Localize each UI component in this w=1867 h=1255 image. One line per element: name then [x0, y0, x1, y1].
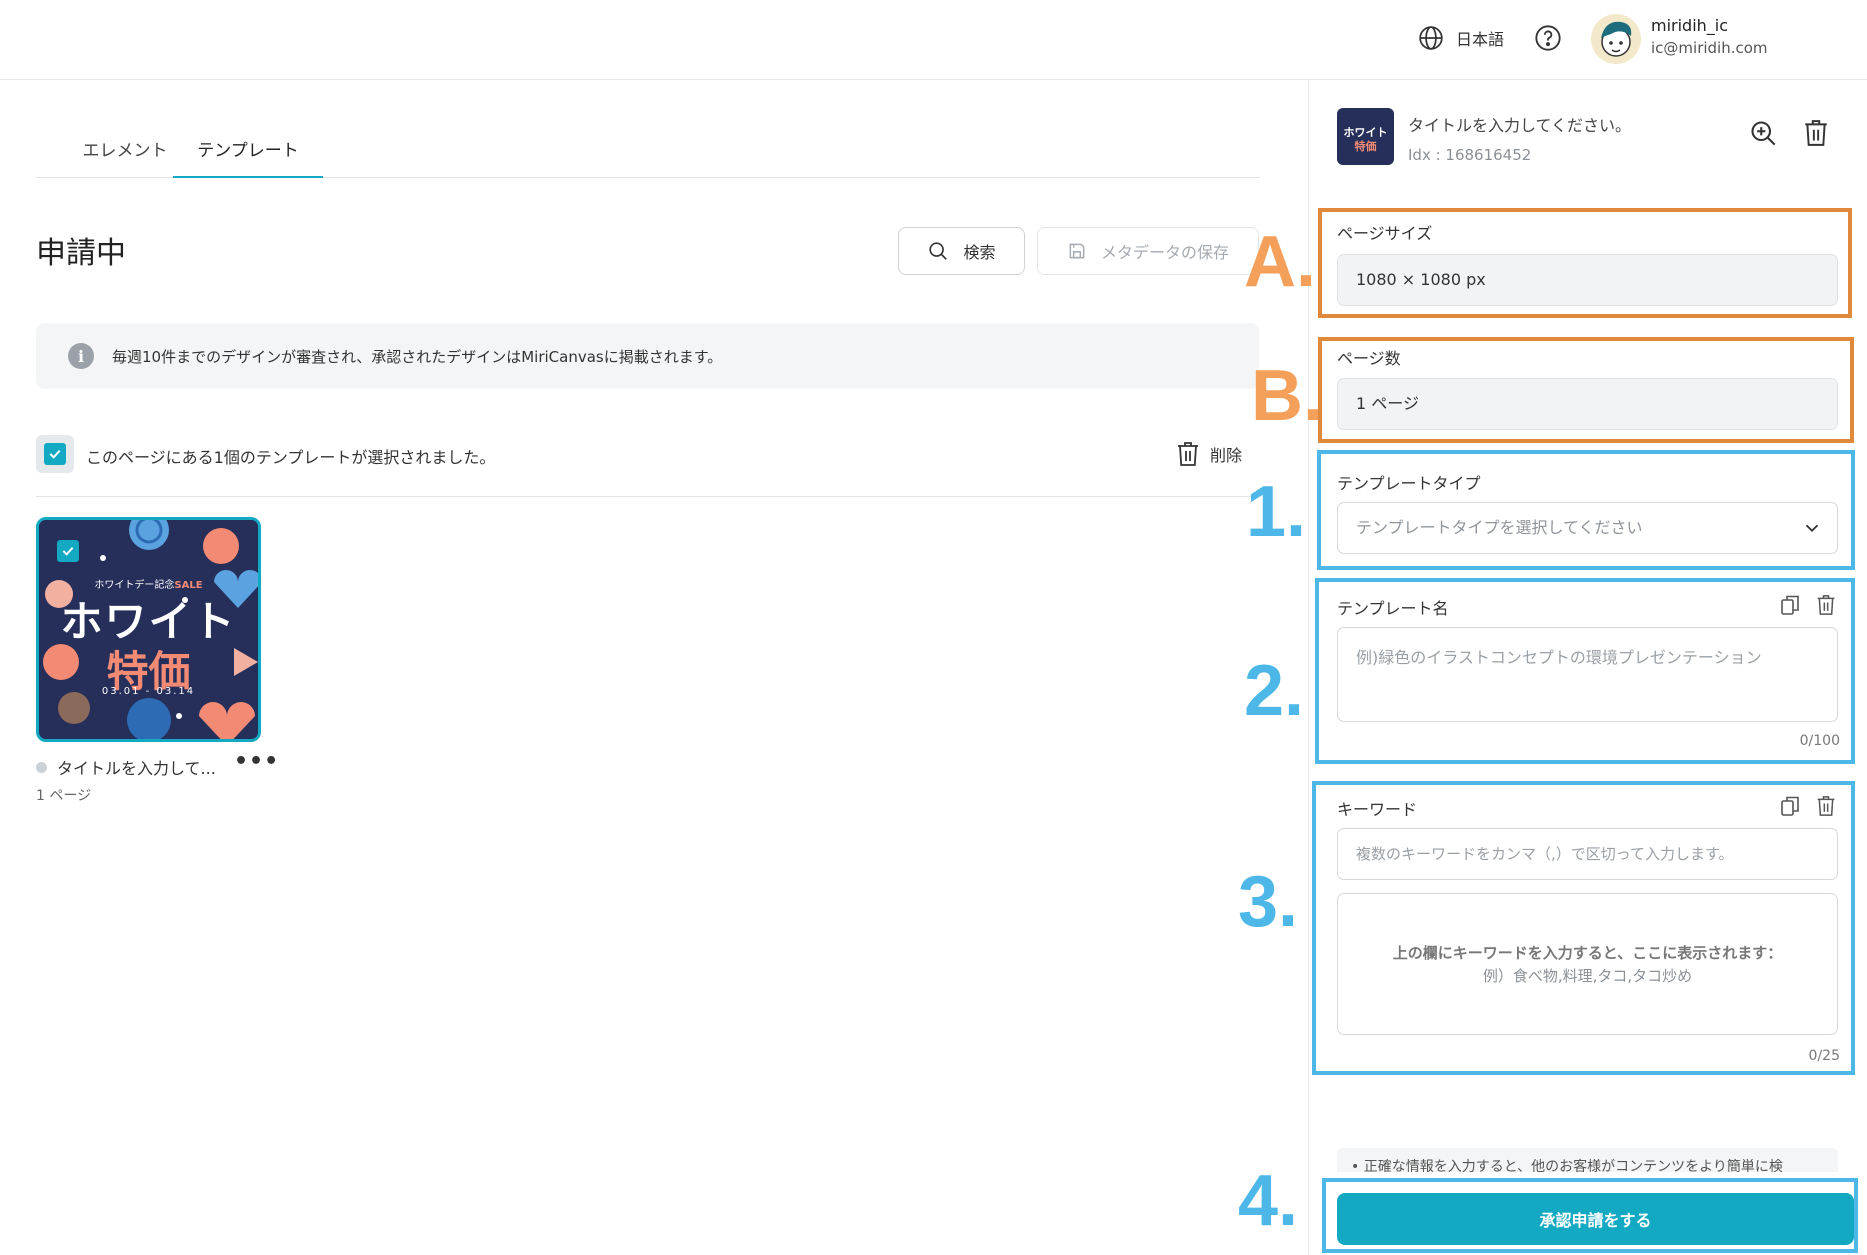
user-name: miridih_ic: [1651, 16, 1729, 35]
selection-text: このページにある1個のテンプレートが選択されました。: [86, 448, 496, 467]
avatar[interactable]: [1591, 14, 1641, 64]
delete-label: 削除: [1210, 446, 1243, 465]
keyword-hint-1: 上の欄にキーワードを入力すると、ここに表示されます：: [1392, 944, 1783, 962]
info-text: 毎週10件までのデザインが審査され、承認されたデザインはMiriCanvasに掲…: [112, 347, 723, 366]
globe-icon: [1419, 26, 1443, 50]
page-size-field: 1080 × 1080 px: [1337, 254, 1838, 306]
search-icon: [929, 242, 948, 260]
thumb-headline-2: 特価: [1354, 140, 1377, 153]
annotation-label-4: 4.: [1238, 1161, 1299, 1241]
info-icon: i: [68, 343, 94, 369]
page-count-field: 1 ページ: [1337, 378, 1838, 430]
select-all-checkbox[interactable]: [36, 435, 74, 473]
template-type-label: テンプレートタイプ: [1337, 474, 1481, 493]
submit-approval-button[interactable]: 承認申請をする: [1337, 1193, 1854, 1245]
delete-button[interactable]: 削除: [1176, 441, 1242, 467]
keyword-label: キーワード: [1337, 800, 1418, 819]
user-email: ic@miridih.com: [1651, 39, 1768, 57]
chevron-down-icon: [1805, 524, 1819, 533]
page-size-label: ページサイズ: [1337, 224, 1433, 243]
card-page-count: 1 ページ: [36, 788, 92, 804]
language-selector[interactable]: 日本語: [1418, 24, 1504, 52]
keyword-counter: 0/25: [1808, 1048, 1840, 1064]
more-options-button[interactable]: •••: [234, 751, 279, 773]
annotation-label-a: A.: [1244, 222, 1316, 302]
keyword-input[interactable]: 複数のキーワードをカンマ（,）で区切って入力します。: [1337, 828, 1838, 880]
save-icon: [1069, 243, 1085, 259]
info-banner: i 毎週10件までのデザインが審査され、承認されたデザインはMiriCanvas…: [36, 323, 1259, 389]
template-name-label: テンプレート名: [1337, 599, 1449, 618]
copy-icon[interactable]: [1780, 795, 1800, 817]
copy-icon[interactable]: [1780, 594, 1800, 616]
annotation-label-b: B.: [1251, 356, 1323, 436]
help-icon[interactable]: [1534, 24, 1562, 52]
zoom-in-icon[interactable]: [1749, 119, 1777, 147]
annotation-label-3: 3.: [1238, 862, 1299, 942]
template-type-select[interactable]: テンプレートタイプを選択してください: [1337, 502, 1838, 554]
language-label: 日本語: [1456, 30, 1505, 49]
top-bar: 日本語 miridih_ic ic@miridih.com: [0, 0, 1867, 80]
annotation-label-2: 2.: [1244, 651, 1305, 731]
card-title: タイトルを入力して...: [57, 759, 216, 778]
search-button-label: 検索: [963, 243, 996, 262]
card-checkbox[interactable]: [57, 540, 79, 562]
status-dot: [36, 761, 47, 773]
trash-icon: [1178, 442, 1198, 466]
keyword-preview: 上の欄にキーワードを入力すると、ここに表示されます： 例）食べ物,料理,タコ,タ…: [1337, 893, 1838, 1035]
app-root: 日本語 miridih_ic ic@miridih.com エレメント テンプレ…: [0, 0, 1867, 1255]
card-caption: タイトルを入力して...: [36, 755, 216, 779]
page-count-label: ページ数: [1337, 349, 1401, 368]
check-icon: [62, 546, 74, 556]
card-date: 03.01 - 03.14: [101, 686, 196, 697]
template-idx: Idx : 168616452: [1408, 146, 1532, 164]
keyword-hint-2: 例）食べ物,料理,タコ,タコ炒め: [1482, 967, 1693, 985]
selected-template-thumbnail: ホワイト 特価: [1337, 108, 1394, 165]
search-button[interactable]: 検索: [898, 227, 1025, 275]
check-icon: [49, 449, 61, 459]
trash-icon[interactable]: [1816, 795, 1836, 817]
tab-template[interactable]: テンプレート: [173, 128, 323, 178]
save-metadata-label: メタデータの保存: [1100, 243, 1229, 262]
selection-row: このページにある1個のテンプレートが選択されました。 削除: [36, 435, 1259, 497]
avatar-image: [1601, 21, 1632, 57]
annotation-label-1: 1.: [1246, 472, 1307, 552]
notice-text: • 正確な情報を入力すると、他のお客様がコンテンツをより簡単に検: [1337, 1148, 1838, 1172]
trash-icon[interactable]: [1816, 594, 1836, 616]
template-name-counter: 0/100: [1799, 733, 1840, 749]
template-card[interactable]: ホワイトデー記念SALE ホワイト 特価 03.01 - 03.14: [36, 517, 261, 742]
tab-element[interactable]: エレメント: [66, 128, 184, 178]
page-title: 申請中: [36, 236, 126, 271]
template-title[interactable]: タイトルを入力してください。: [1408, 112, 1631, 136]
tab-bar: エレメント テンプレート: [36, 128, 1260, 178]
template-name-input[interactable]: 例)緑色のイラストコンセプトの環境プレゼンテーション: [1337, 627, 1838, 722]
save-metadata-button[interactable]: メタデータの保存: [1037, 227, 1259, 275]
template-type-placeholder: テンプレートタイプを選択してください: [1356, 518, 1643, 537]
checkbox-checked: [44, 443, 66, 465]
trash-icon[interactable]: [1803, 119, 1829, 147]
